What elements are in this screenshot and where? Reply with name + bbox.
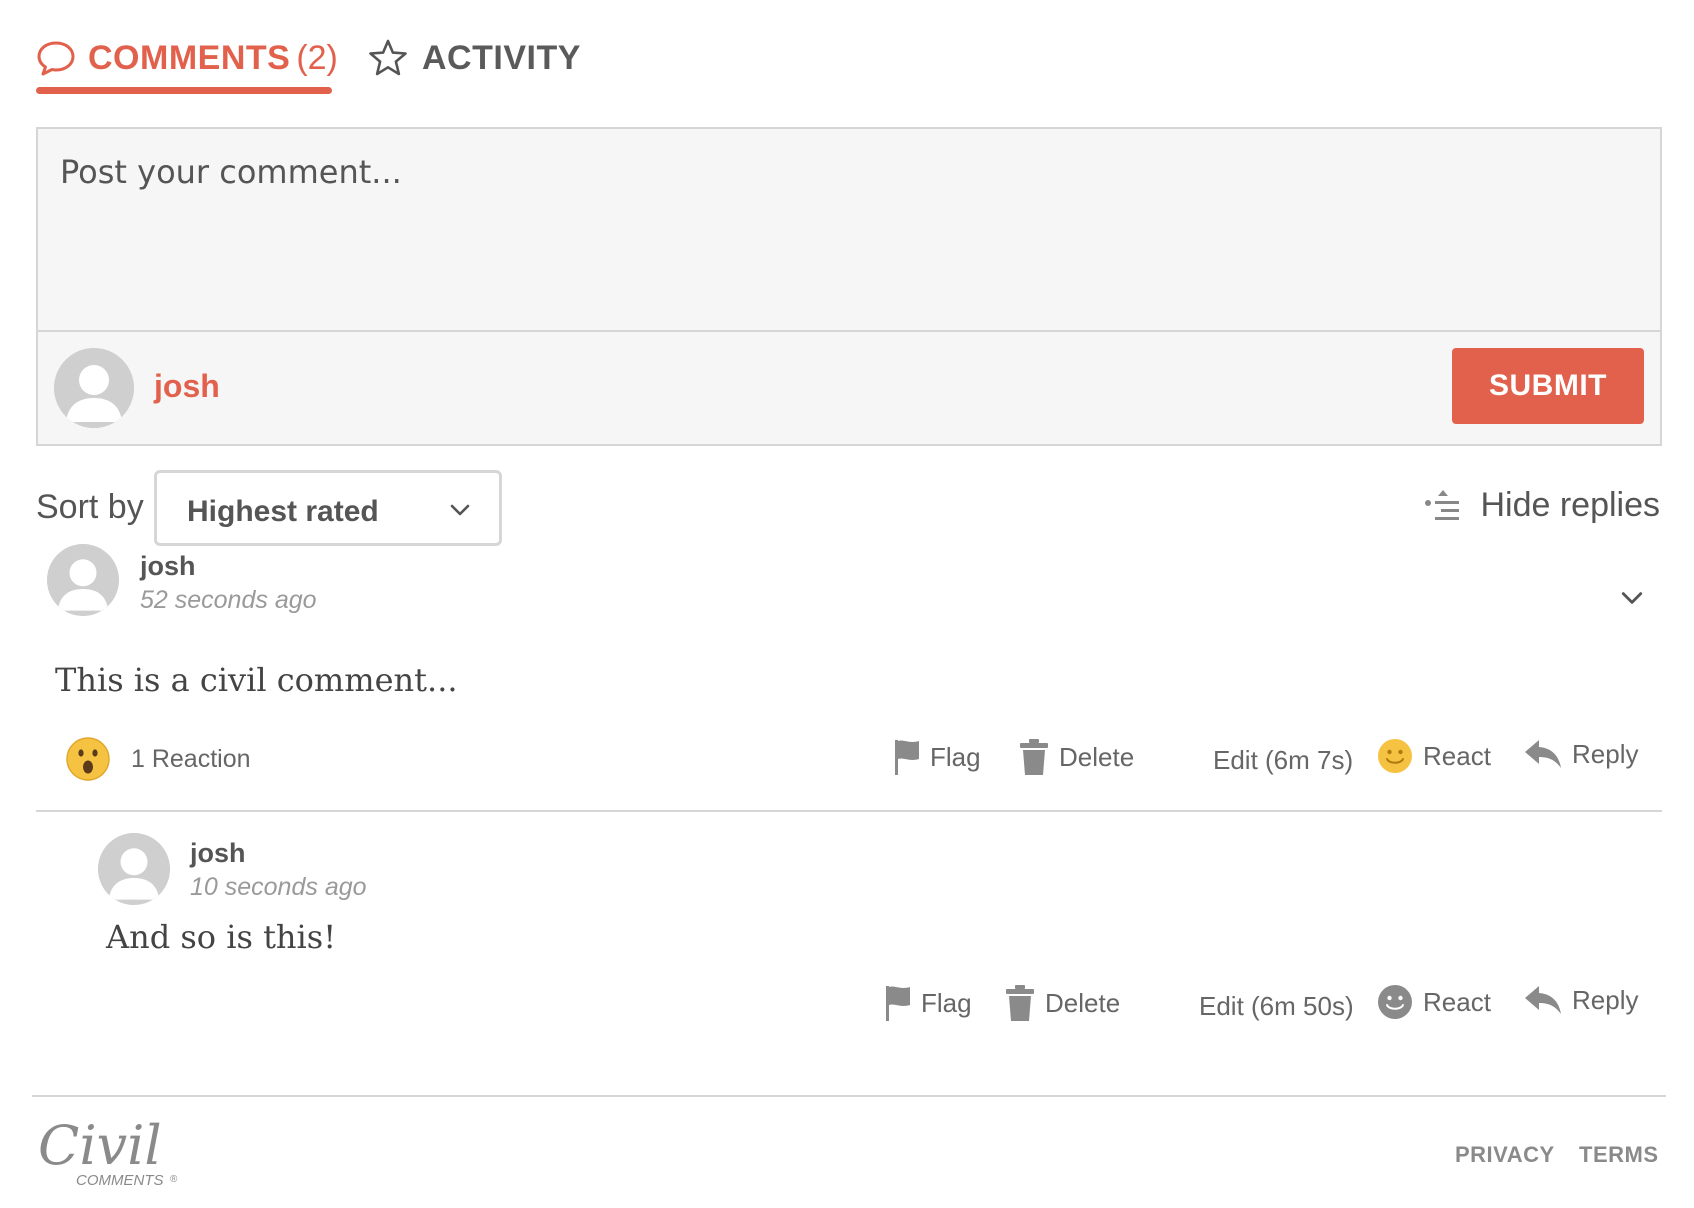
trash-icon	[1019, 738, 1049, 776]
surprised-emoji-icon	[65, 736, 111, 782]
comment-username[interactable]: josh	[190, 838, 246, 869]
comment-timestamp[interactable]: 10 seconds ago	[190, 873, 367, 902]
submit-button[interactable]: SUBMIT	[1452, 348, 1644, 424]
reply-arrow-icon	[1524, 738, 1562, 770]
delete-button[interactable]: Delete	[1019, 738, 1134, 776]
reply-label: Reply	[1572, 738, 1639, 769]
edit-label: Edit (6m 50s)	[1199, 991, 1354, 1021]
tab-bar: COMMENTS (2) ACTIVITY	[36, 20, 596, 96]
tab-comments[interactable]: COMMENTS (2)	[36, 20, 338, 96]
reply-button[interactable]: Reply	[1524, 984, 1638, 1016]
react-button[interactable]: React	[1377, 738, 1491, 774]
comment-timestamp[interactable]: 52 seconds ago	[140, 586, 317, 615]
flag-button[interactable]: Flag	[894, 738, 981, 776]
flag-icon	[885, 984, 911, 1022]
comment-input[interactable]	[38, 129, 1660, 332]
edit-button[interactable]: Edit (6m 7s)	[1213, 745, 1353, 776]
flag-icon	[894, 738, 920, 776]
reply-arrow-icon	[1524, 984, 1562, 1016]
react-label: React	[1423, 740, 1491, 771]
chevron-down-icon[interactable]	[1620, 586, 1644, 615]
sort-label: Sort by	[36, 488, 144, 526]
edit-label: Edit (6m 7s)	[1213, 745, 1354, 775]
tab-activity-label: ACTIVITY	[422, 38, 581, 77]
tab-activity[interactable]: ACTIVITY	[366, 20, 581, 96]
smiley-icon	[1377, 738, 1413, 774]
comment-username[interactable]: josh	[140, 551, 196, 582]
avatar-icon[interactable]	[47, 544, 119, 616]
edit-button[interactable]: Edit (6m 50s)	[1199, 991, 1354, 1022]
privacy-link[interactable]: PRIVACY	[1455, 1142, 1555, 1168]
flag-button[interactable]: Flag	[885, 984, 972, 1022]
delete-button[interactable]: Delete	[1005, 984, 1120, 1022]
tab-comments-label: COMMENTS	[88, 38, 291, 77]
civil-comments-logo: Civil COMMENTS ®	[36, 1110, 196, 1190]
svg-text:Civil: Civil	[38, 1114, 162, 1177]
composer-username[interactable]: josh	[154, 368, 220, 405]
avatar-icon	[54, 348, 134, 428]
active-tab-underline	[36, 87, 332, 94]
reply-button[interactable]: Reply	[1524, 738, 1638, 770]
sort-selected-value: Highest rated	[187, 495, 379, 528]
trash-icon	[1005, 984, 1035, 1022]
comment-divider	[36, 810, 1662, 812]
comment-composer: josh SUBMIT	[36, 127, 1662, 446]
svg-text:®: ®	[170, 1174, 178, 1185]
comment-body: This is a civil comment...	[55, 661, 458, 699]
reply-label: Reply	[1572, 984, 1639, 1015]
react-label: React	[1423, 986, 1491, 1017]
sort-dropdown[interactable]: Highest rated	[154, 470, 502, 546]
comment-body: And so is this!	[106, 918, 337, 956]
hide-replies-icon	[1424, 489, 1462, 523]
terms-link[interactable]: TERMS	[1579, 1142, 1659, 1168]
delete-label: Delete	[1045, 987, 1121, 1018]
speech-bubble-icon	[36, 36, 76, 80]
svg-text:COMMENTS: COMMENTS	[76, 1172, 164, 1189]
hide-replies-label: Hide replies	[1480, 486, 1660, 524]
flag-label: Flag	[921, 987, 972, 1018]
comment-count: (2)	[296, 38, 338, 77]
delete-label: Delete	[1059, 741, 1135, 772]
chevron-down-icon	[449, 499, 471, 526]
hide-replies-toggle[interactable]: Hide replies	[1424, 486, 1660, 525]
avatar-icon[interactable]	[98, 833, 170, 905]
reaction-count: 1 Reaction	[131, 744, 251, 773]
star-icon	[366, 36, 410, 80]
composer-footer: josh SUBMIT	[38, 332, 1660, 446]
react-button[interactable]: React	[1377, 984, 1491, 1020]
flag-label: Flag	[930, 741, 981, 772]
reaction-summary[interactable]: 1 Reaction	[65, 736, 251, 782]
smiley-icon	[1377, 984, 1413, 1020]
footer-divider	[32, 1095, 1666, 1097]
